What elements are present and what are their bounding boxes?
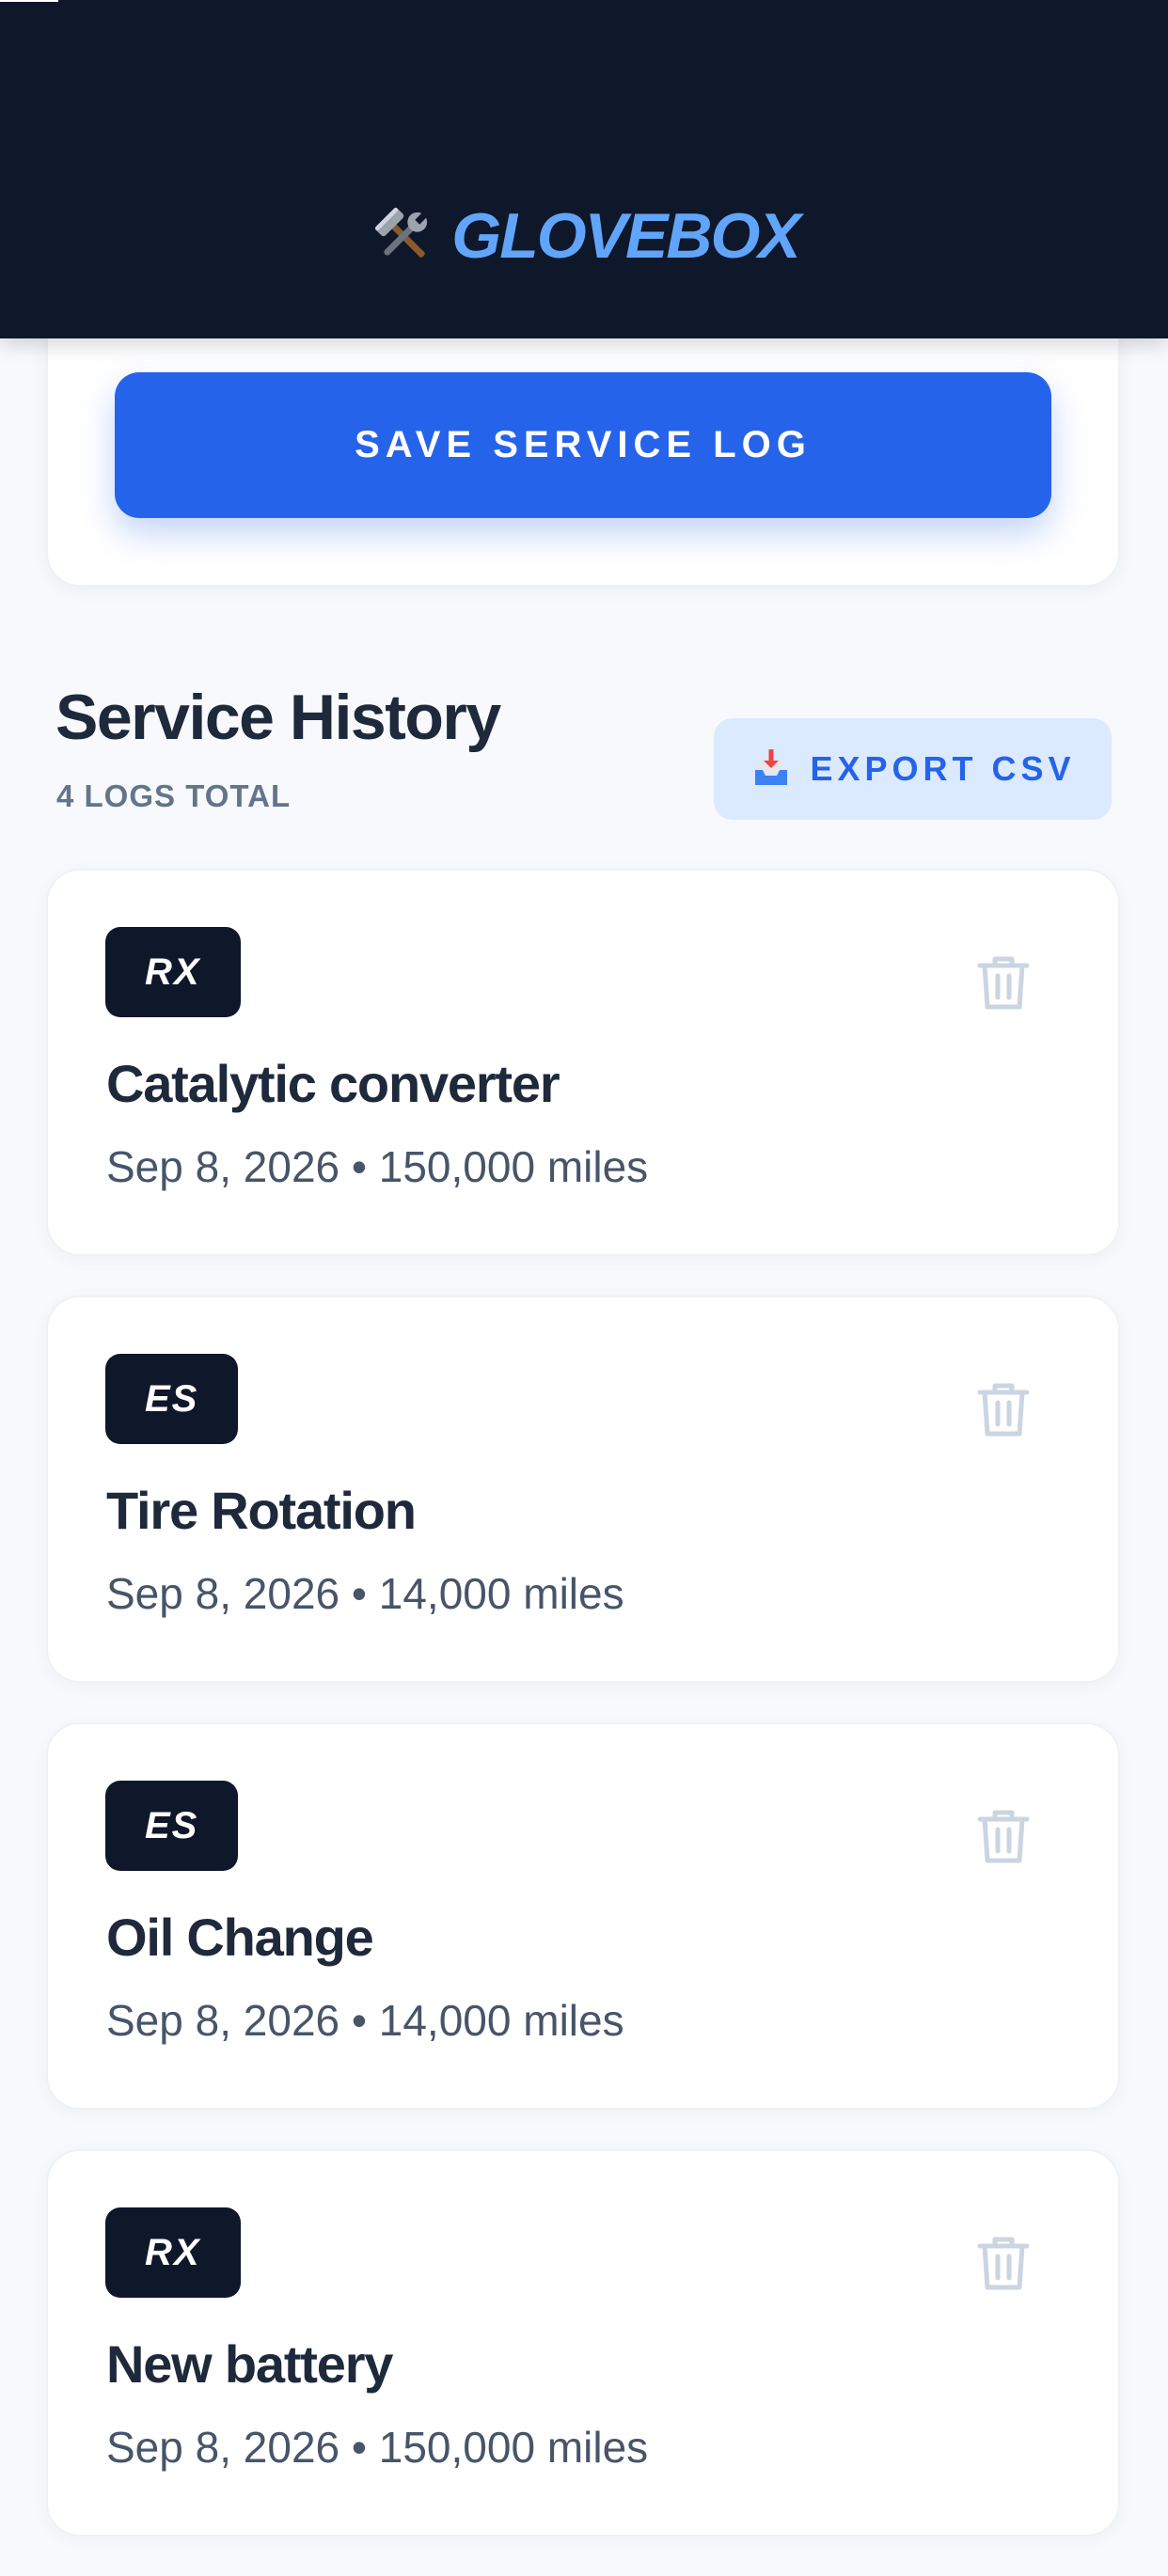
trash-icon: [976, 2234, 1031, 2295]
status-indicator: [0, 0, 58, 2]
service-name: Oil Change: [106, 1908, 374, 1967]
delete-log-button[interactable]: [964, 944, 1043, 1023]
log-card: ES Oil Change Sep 8, 2026 • 14,000 miles: [46, 1722, 1120, 2110]
vehicle-badge: RX: [105, 927, 241, 1017]
service-name: Catalytic converter: [106, 1054, 560, 1113]
app-header: GLOVEBOX: [0, 0, 1168, 338]
vehicle-badge: ES: [105, 1354, 239, 1444]
service-meta: Sep 8, 2026 • 150,000 miles: [106, 1142, 649, 1191]
trash-icon: [976, 953, 1031, 1014]
service-name: New battery: [106, 2334, 393, 2394]
vehicle-badge: RX: [105, 2207, 241, 2298]
service-meta: Sep 8, 2026 • 14,000 miles: [106, 1569, 624, 1618]
log-card: ES Tire Rotation Sep 8, 2026 • 14,000 mi…: [46, 1296, 1120, 1683]
inbox-tray-icon: [750, 747, 793, 791]
service-log-list: RX Catalytic converter Sep 8, 2026 • 150…: [46, 869, 1120, 2576]
save-service-log-button[interactable]: SAVE SERVICE LOG: [115, 372, 1051, 518]
service-name: Tire Rotation: [106, 1481, 417, 1540]
delete-log-button[interactable]: [964, 1798, 1043, 1877]
vehicle-badge: ES: [105, 1781, 239, 1871]
export-csv-label: EXPORT CSV: [810, 749, 1076, 788]
logs-count: 4 LOGS TOTAL: [56, 778, 292, 813]
section-title: Service History: [55, 682, 501, 753]
brand: GLOVEBOX: [0, 196, 1168, 276]
service-meta: Sep 8, 2026 • 150,000 miles: [106, 2423, 649, 2472]
trash-icon: [976, 1380, 1031, 1441]
app-title: GLOVEBOX: [451, 200, 800, 272]
log-card: RX New battery Sep 8, 2026 • 150,000 mil…: [46, 2149, 1120, 2537]
log-card: RX Catalytic converter Sep 8, 2026 • 150…: [46, 869, 1120, 1256]
export-csv-button[interactable]: EXPORT CSV: [714, 718, 1112, 820]
trash-icon: [976, 1807, 1031, 1868]
tools-icon: [369, 201, 438, 271]
service-meta: Sep 8, 2026 • 14,000 miles: [106, 1996, 624, 2045]
delete-log-button[interactable]: [964, 2224, 1043, 2303]
delete-log-button[interactable]: [964, 1371, 1043, 1450]
